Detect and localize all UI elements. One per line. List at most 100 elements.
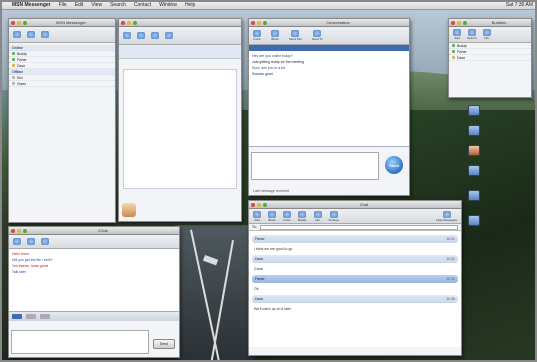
folder-icon[interactable] xyxy=(468,190,480,201)
menu-window[interactable]: Window xyxy=(159,2,177,8)
block-button[interactable]: Block xyxy=(271,30,279,41)
window-title: Conversation xyxy=(326,20,350,25)
online-status-icon xyxy=(452,50,455,53)
close-button[interactable] xyxy=(451,20,455,25)
recipient-field[interactable] xyxy=(259,224,458,230)
menu-edit[interactable]: Edit xyxy=(75,2,84,8)
zoom-button[interactable] xyxy=(263,202,267,207)
chat-icon[interactable] xyxy=(27,238,35,245)
close-button[interactable] xyxy=(251,202,255,207)
smiley-button[interactable] xyxy=(40,314,50,319)
contact-list-toolbar xyxy=(9,27,115,43)
search-button[interactable]: Search xyxy=(467,29,477,40)
offline-status-icon xyxy=(12,82,15,85)
smileys-button[interactable]: Smileys xyxy=(329,210,339,222)
folder-icon[interactable] xyxy=(468,215,480,226)
minimize-button[interactable] xyxy=(17,20,21,25)
block-icon xyxy=(271,30,279,37)
contact-name: Eric xyxy=(17,75,24,80)
people-icon[interactable] xyxy=(123,32,131,39)
invite-button[interactable]: Invite xyxy=(253,30,261,41)
profile-strip xyxy=(119,45,241,59)
mail-icon[interactable] xyxy=(151,32,159,39)
info-button[interactable]: Info xyxy=(482,29,491,40)
contact-pane xyxy=(123,69,237,189)
message-body: Great xyxy=(254,267,263,271)
send-to-icon xyxy=(313,30,322,37)
buddy-panel-titlebar[interactable]: Buddies xyxy=(449,19,531,27)
file-icon xyxy=(291,30,300,37)
home-titlebar[interactable] xyxy=(119,19,241,27)
folder-icon[interactable] xyxy=(468,165,480,176)
minimize-button[interactable] xyxy=(457,20,461,25)
status-icon[interactable] xyxy=(27,31,35,38)
chat-icon[interactable] xyxy=(137,32,145,39)
contact-list-titlebar[interactable]: MSN Messenger xyxy=(9,19,115,27)
people-icon[interactable] xyxy=(13,238,21,245)
add-contact-icon[interactable] xyxy=(41,31,49,38)
avatar[interactable] xyxy=(122,203,136,217)
buddy-toolbar: Add Search Info xyxy=(449,27,531,43)
zoom-button[interactable] xyxy=(133,20,137,25)
add-button[interactable]: Add xyxy=(253,210,261,222)
minimize-button[interactable] xyxy=(17,228,21,233)
contact-name: Gwen xyxy=(17,81,27,86)
add-button[interactable]: Add xyxy=(453,29,461,40)
menu-help[interactable]: Help xyxy=(185,2,195,8)
conversation-window: Conversation Invite Block Send File Send… xyxy=(248,18,410,196)
folder-icon[interactable] xyxy=(468,125,480,136)
list-item[interactable]: Gwen xyxy=(9,81,115,87)
offline-status-icon xyxy=(12,76,15,79)
chat-log-titlebar[interactable]: Chat xyxy=(249,201,461,209)
send-file-button[interactable]: Send File xyxy=(289,30,302,41)
color-button[interactable] xyxy=(26,314,36,319)
invite-button[interactable]: Invite xyxy=(283,210,291,222)
send-button[interactable]: Send xyxy=(153,339,175,349)
close-button[interactable] xyxy=(121,20,125,25)
zoom-button[interactable] xyxy=(263,20,267,25)
folder-icon[interactable] xyxy=(468,105,480,116)
settings-icon[interactable] xyxy=(165,32,173,39)
recipient-label: To: xyxy=(252,225,257,229)
menu-contact[interactable]: Contact xyxy=(134,2,151,8)
message-input[interactable] xyxy=(251,152,379,180)
minimize-button[interactable] xyxy=(127,20,131,25)
hide-icon xyxy=(442,210,451,218)
avatar-icon[interactable] xyxy=(13,31,21,38)
menu-view[interactable]: View xyxy=(91,2,102,8)
zoom-button[interactable] xyxy=(463,20,467,25)
send-button[interactable]: Send xyxy=(385,156,403,174)
document-icon[interactable] xyxy=(468,145,480,156)
block-button[interactable]: Block xyxy=(268,210,276,222)
contact-list-window: MSN Messenger Online Buddy Fisher Dave O… xyxy=(8,18,116,223)
close-button[interactable] xyxy=(251,20,255,25)
info-button[interactable]: Info xyxy=(313,210,322,222)
conversation-titlebar[interactable]: Conversation xyxy=(249,19,409,27)
list-item[interactable]: Dave xyxy=(449,55,531,61)
message-input[interactable] xyxy=(11,330,149,354)
close-button[interactable] xyxy=(11,20,15,25)
chat-log-list: Fisher 10:31 I think we are good to go Da… xyxy=(249,231,461,347)
online-status-icon xyxy=(452,44,455,47)
minimize-button[interactable] xyxy=(257,20,261,25)
close-button[interactable] xyxy=(11,228,15,233)
minimize-button[interactable] xyxy=(257,202,261,207)
font-button[interactable] xyxy=(12,314,22,319)
zoom-button[interactable] xyxy=(23,20,27,25)
ichat-titlebar[interactable]: iChat xyxy=(9,227,179,235)
message-header: Dave 10:32 xyxy=(252,255,458,263)
app-menu[interactable]: MSN Messenger xyxy=(12,2,51,8)
away-status-icon xyxy=(452,56,455,59)
buddy-button[interactable]: Buddy xyxy=(298,210,307,222)
menu-search[interactable]: Search xyxy=(110,2,126,8)
send-to-button[interactable]: Send To xyxy=(312,30,323,41)
hide-messages-button[interactable]: Hide Messages xyxy=(436,210,457,222)
contact-name: Buddy xyxy=(17,51,27,56)
contact-name: Dave xyxy=(17,63,26,68)
menu-file[interactable]: File xyxy=(59,2,67,8)
zoom-button[interactable] xyxy=(23,228,27,233)
file-icon[interactable] xyxy=(41,238,49,245)
info-icon xyxy=(313,210,322,218)
contact-list: Online Buddy Fisher Dave Offline Eric Gw… xyxy=(9,43,115,87)
clock[interactable]: Sat 7:30 AM xyxy=(506,2,533,8)
